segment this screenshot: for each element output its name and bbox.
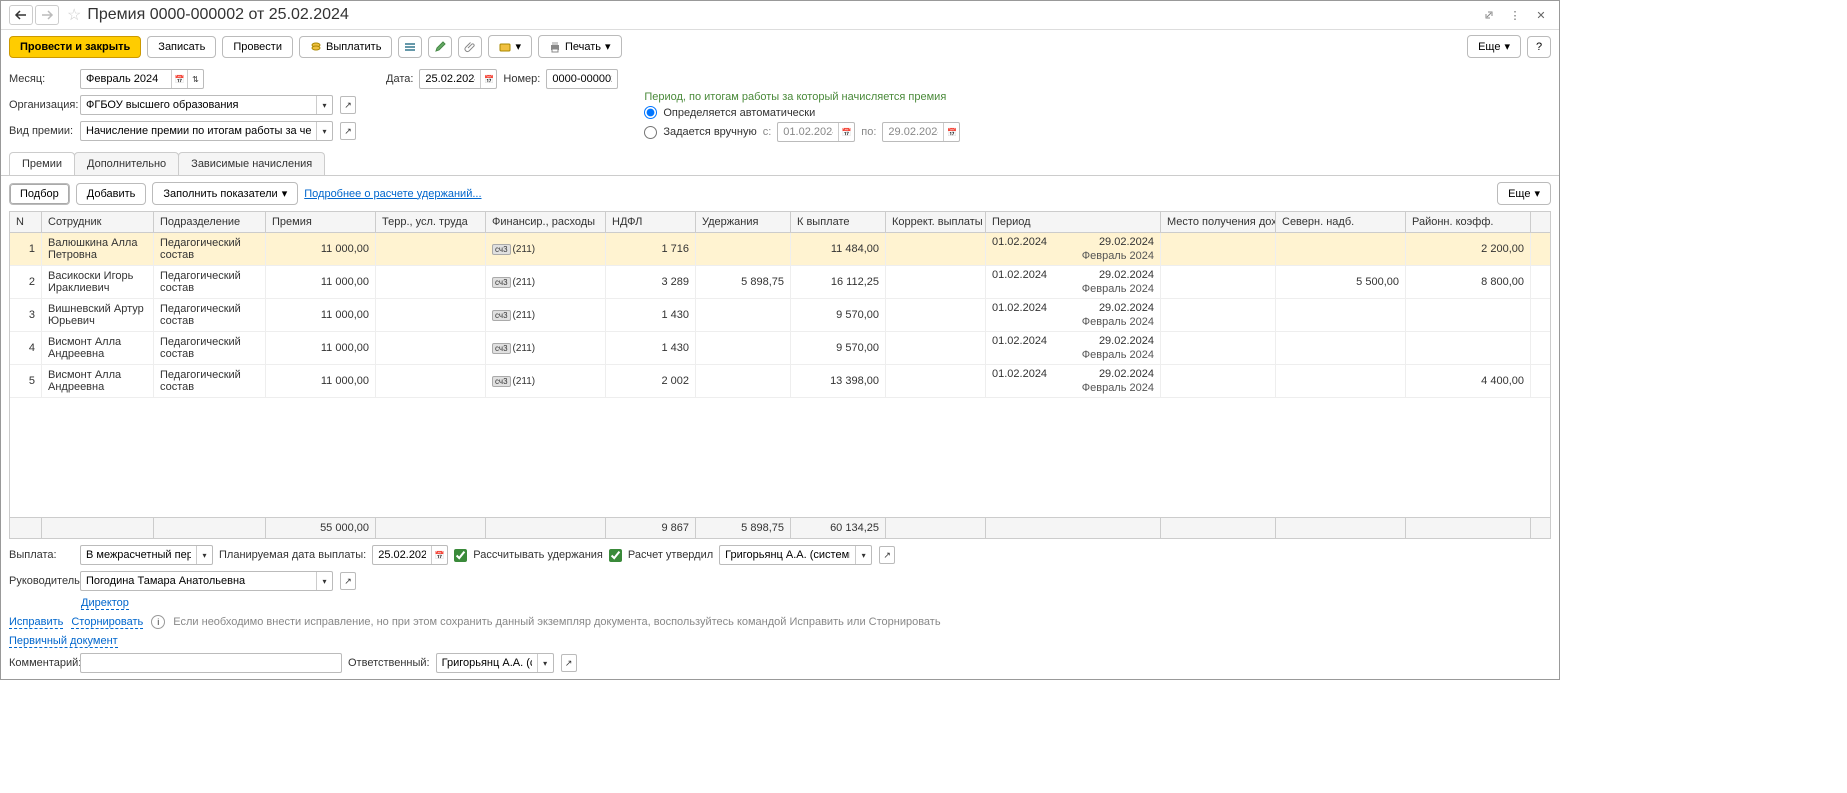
planned-date-label: Планируемая дата выплаты: [219, 549, 366, 561]
from-date-field[interactable]: 📅 [777, 122, 855, 142]
resp-field[interactable]: ▾ [436, 653, 554, 673]
post-close-button[interactable]: Провести и закрыть [9, 36, 141, 58]
bonus-type-label: Вид премии: [9, 125, 74, 137]
more-vertical-icon[interactable]: ⋮ [1505, 5, 1525, 25]
open-button[interactable]: ↗ [340, 122, 356, 140]
planned-date-field[interactable]: 📅 [372, 545, 448, 565]
calendar-icon[interactable]: 📅 [431, 546, 447, 564]
tabs: Премии Дополнительно Зависимые начислени… [1, 152, 1559, 176]
close-icon[interactable]: ✕ [1531, 5, 1551, 25]
org-label: Организация: [9, 99, 74, 111]
stepper-icon[interactable]: ⇅ [187, 70, 203, 88]
date-field[interactable]: 📅 [419, 69, 497, 89]
calc-withheld-label: Рассчитывать удержания [473, 549, 603, 561]
approved-by-field[interactable]: ▾ [719, 545, 872, 565]
info-icon: i [151, 615, 165, 629]
number-field[interactable] [546, 69, 618, 89]
grid-toolbar: Подбор Добавить Заполнить показатели ▾ П… [1, 176, 1559, 211]
back-button[interactable] [9, 5, 33, 25]
chevron-down-icon[interactable]: ▾ [855, 546, 871, 564]
month-label: Месяц: [9, 73, 74, 85]
payout-label: Выплата: [9, 549, 74, 561]
calc-withheld-checkbox[interactable] [454, 549, 467, 562]
auto-radio[interactable] [644, 106, 657, 119]
director-link[interactable]: Директор [81, 597, 129, 610]
table-row[interactable]: 5Висмонт Алла АндреевнаПедагогический со… [10, 365, 1550, 398]
manager-field[interactable]: ▾ [80, 571, 333, 591]
open-button[interactable]: ↗ [561, 654, 577, 672]
tab-premii[interactable]: Премии [9, 152, 75, 175]
tab-dep[interactable]: Зависимые начисления [178, 152, 325, 175]
help-button[interactable]: ? [1527, 36, 1551, 58]
grid-footer: 55 000,00 9 867 5 898,75 60 134,25 [10, 517, 1550, 538]
chevron-down-icon[interactable]: ▾ [537, 654, 553, 672]
chevron-down-icon[interactable]: ▾ [316, 572, 332, 590]
favorite-icon[interactable]: ☆ [67, 5, 81, 25]
org-field[interactable]: ▾ [80, 95, 333, 115]
pay-button[interactable]: Выплатить [299, 36, 392, 58]
open-button[interactable]: ↗ [879, 546, 895, 564]
titlebar: ☆ Премия 0000-000002 от 25.02.2024 ⋮ ✕ [1, 1, 1559, 30]
calendar-icon[interactable]: 📅 [171, 70, 187, 88]
grid-header: N Сотрудник Подразделение Премия Терр., … [10, 212, 1550, 233]
table-row[interactable]: 4Висмонт Алла АндреевнаПедагогический со… [10, 332, 1550, 365]
chevron-down-icon[interactable]: ▾ [316, 96, 332, 114]
post-button[interactable]: Провести [222, 36, 293, 58]
comment-field[interactable] [80, 653, 342, 673]
data-grid[interactable]: N Сотрудник Подразделение Премия Терр., … [9, 211, 1551, 539]
folder-icon [499, 41, 511, 53]
main-toolbar: Провести и закрыть Записать Провести Вып… [1, 30, 1559, 63]
comment-label: Комментарий: [9, 657, 74, 669]
fix-link[interactable]: Исправить [9, 616, 63, 629]
coins-icon [310, 41, 322, 53]
printer-icon [549, 41, 561, 53]
calendar-icon[interactable]: 📅 [943, 123, 959, 141]
to-date-field[interactable]: 📅 [882, 122, 960, 142]
to-label: по: [861, 126, 876, 138]
chevron-down-icon[interactable]: ▾ [196, 546, 212, 564]
calendar-icon[interactable]: 📅 [838, 123, 854, 141]
add-button[interactable]: Добавить [76, 183, 147, 205]
approved-checkbox[interactable] [609, 549, 622, 562]
select-button[interactable]: Подбор [9, 183, 70, 205]
bonus-type-field[interactable]: ▾ [80, 121, 333, 141]
resp-label: Ответственный: [348, 657, 430, 669]
table-row[interactable]: 2Васикоски Игорь ИраклиевичПедагогически… [10, 266, 1550, 299]
link-icon[interactable] [1479, 5, 1499, 25]
print-button[interactable]: Печать ▾ [538, 35, 622, 58]
approved-label: Расчет утвердил [628, 549, 713, 561]
more-info-link[interactable]: Подробнее о расчете удержаний... [304, 188, 481, 200]
chevron-down-icon[interactable]: ▾ [316, 122, 332, 140]
manual-radio[interactable] [644, 126, 657, 139]
month-field[interactable]: 📅 ⇅ [80, 69, 204, 89]
forward-button[interactable] [35, 5, 59, 25]
dropdown-button[interactable]: ▾ [488, 35, 532, 58]
table-row[interactable]: 1Валюшкина Алла ПетровнаПедагогический с… [10, 233, 1550, 266]
calendar-icon[interactable]: 📅 [480, 70, 496, 88]
tab-dop[interactable]: Дополнительно [74, 152, 179, 175]
open-button[interactable]: ↗ [340, 96, 356, 114]
page-title: Премия 0000-000002 от 25.02.2024 [87, 6, 1479, 24]
open-button[interactable]: ↗ [340, 572, 356, 590]
date-label: Дата: [386, 73, 413, 85]
number-label: Номер: [503, 73, 540, 85]
write-button[interactable]: Записать [147, 36, 216, 58]
manual-label: Задается вручную [663, 126, 756, 138]
edit-button[interactable] [428, 36, 452, 58]
warn-text: Если необходимо внести исправление, но п… [173, 616, 940, 628]
from-label: с: [763, 126, 772, 138]
more-button[interactable]: Еще ▾ [1467, 35, 1521, 58]
list-button[interactable] [398, 36, 422, 58]
grid-more-button[interactable]: Еще ▾ [1497, 182, 1551, 205]
payout-field[interactable]: ▾ [80, 545, 213, 565]
reverse-link[interactable]: Сторнировать [71, 616, 143, 629]
auto-label: Определяется автоматически [663, 107, 815, 119]
period-title: Период, по итогам работы за который начи… [644, 91, 960, 103]
attach-button[interactable] [458, 36, 482, 58]
fill-button[interactable]: Заполнить показатели ▾ [152, 182, 298, 205]
primary-doc-link[interactable]: Первичный документ [9, 635, 118, 648]
manager-label: Руководитель: [9, 575, 74, 587]
table-row[interactable]: 3Вишневский Артур ЮрьевичПедагогический … [10, 299, 1550, 332]
